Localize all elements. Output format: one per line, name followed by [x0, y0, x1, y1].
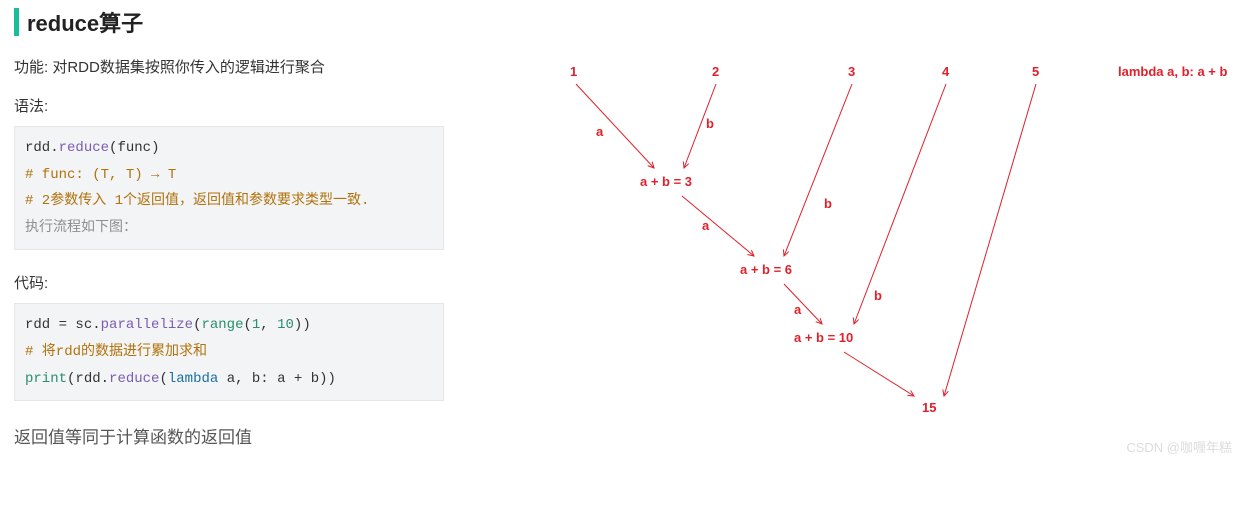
code-line: # func: (T, T) → T [25, 162, 433, 189]
watermark: CSDN @咖喱年糕 [1126, 437, 1232, 456]
diagram-input-2: 2 [712, 64, 719, 79]
diagram-input-5: 5 [1032, 64, 1039, 79]
diagram-step-3: a + b = 10 [794, 330, 853, 345]
syntax-code-block: rdd.reduce(func) # func: (T, T) → T # 2参… [14, 126, 444, 250]
diagram-input-3: 3 [848, 64, 855, 79]
left-column: 功能: 对RDD数据集按照你传入的逻辑进行聚合 语法: rdd.reduce(f… [14, 56, 444, 448]
example-code-block: rdd = sc.parallelize(range(1, 10)) # 将rd… [14, 303, 444, 401]
code-line: # 将rdd的数据进行累加求和 [25, 339, 433, 366]
code-line: rdd.reduce(func) [25, 135, 433, 162]
diagram-label-b: b [874, 288, 882, 303]
syntax-label: 语法: [14, 95, 444, 116]
diagram-input-1: 1 [570, 64, 577, 79]
diagram-step-1: a + b = 3 [640, 174, 692, 189]
description-text: 功能: 对RDD数据集按照你传入的逻辑进行聚合 [14, 56, 444, 77]
diagram-input-4: 4 [942, 64, 949, 79]
footer-note: 返回值等同于计算函数的返回值 [14, 423, 444, 448]
code-line: 执行流程如下图： [25, 215, 433, 242]
diagram-label-a: a [794, 302, 801, 317]
diagram-arrows [454, 56, 1234, 456]
diagram-label-a: a [702, 218, 709, 233]
code-label: 代码: [14, 272, 444, 293]
diagram-label-a: a [596, 124, 603, 139]
diagram-step-2: a + b = 6 [740, 262, 792, 277]
section-heading: reduce算子 [14, 6, 1236, 38]
heading-text: reduce算子 [27, 6, 143, 38]
code-line: print(rdd.reduce(lambda a, b: a + b)) [25, 366, 433, 393]
diagram-lambda: lambda a, b: a + b [1118, 64, 1227, 79]
diagram-final: 15 [922, 400, 936, 415]
diagram-label-b: b [706, 116, 714, 131]
code-line: # 2参数传入 1个返回值，返回值和参数要求类型一致. [25, 188, 433, 215]
code-line: rdd = sc.parallelize(range(1, 10)) [25, 312, 433, 339]
heading-accent-bar [14, 8, 19, 36]
reduce-diagram: 1 2 3 4 5 lambda a, b: a + b a b a + b =… [454, 56, 1234, 456]
diagram-label-b: b [824, 196, 832, 211]
